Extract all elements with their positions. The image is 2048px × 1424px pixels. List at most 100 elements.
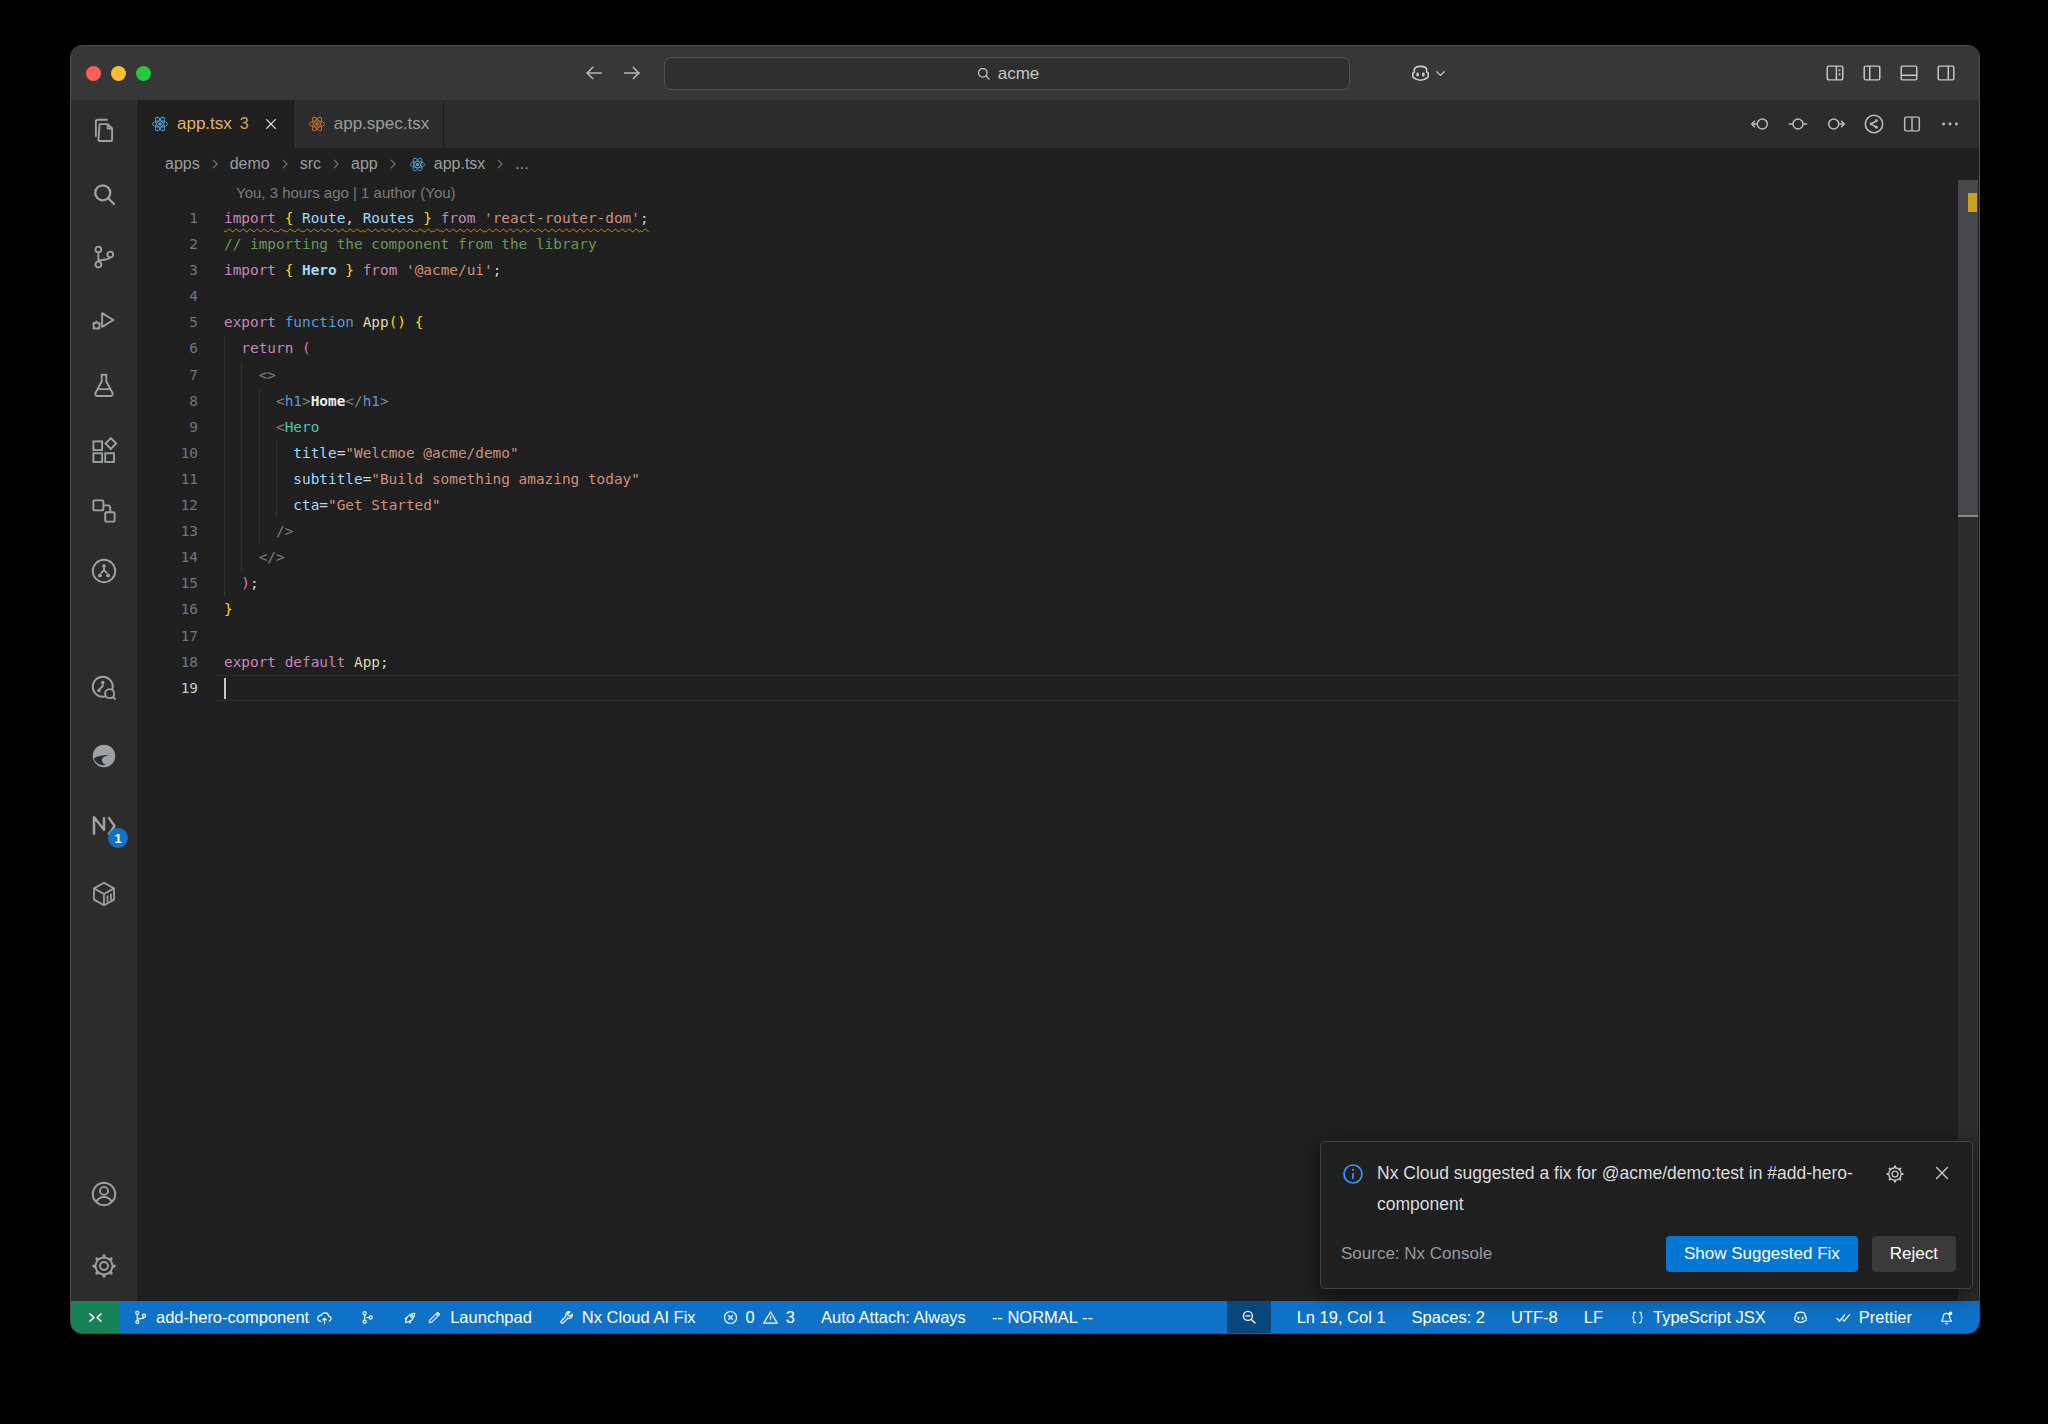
activity-bar-item-settings[interactable]	[71, 1242, 137, 1290]
explorer-icon	[89, 116, 119, 146]
status-bar-item--normal-[interactable]: -- NORMAL --	[992, 1308, 1093, 1327]
breadcrumb[interactable]: apps demo src app app.tsx...	[137, 148, 1979, 180]
status-bar-item[interactable]	[1792, 1309, 1809, 1326]
editor-scrollbar[interactable]	[1958, 180, 1978, 1301]
command-center-search[interactable]: acme	[664, 57, 1350, 90]
code-line-15[interactable]: 15 );	[137, 570, 1979, 596]
activity-bar-item-gitlens[interactable]	[71, 664, 137, 712]
code-line-3[interactable]: 3import { Hero } from '@acme/ui';	[137, 257, 1979, 283]
zoom-window-button[interactable]	[136, 66, 151, 81]
code-line-text: title="Welcmoe @acme/demo"	[224, 440, 519, 466]
activity-bar-item-project-graph[interactable]	[71, 547, 137, 595]
activity-bar-item-search[interactable]	[71, 170, 137, 218]
minimize-window-button[interactable]	[111, 66, 126, 81]
status-bar-zoom-item[interactable]	[1227, 1301, 1271, 1333]
account-icon	[89, 1179, 119, 1209]
status-bar-item-prettier[interactable]: Prettier	[1835, 1308, 1912, 1327]
line-number: 6	[137, 335, 198, 361]
status-bar-item-ln-19-col-1[interactable]: Ln 19, Col 1	[1297, 1308, 1386, 1327]
status-bar-item-spaces-2[interactable]: Spaces: 2	[1412, 1308, 1485, 1327]
breadcrumb-file[interactable]: app.tsx	[434, 155, 486, 173]
breadcrumb-tail[interactable]: ...	[515, 155, 528, 173]
code-line-6[interactable]: 6 return (	[137, 335, 1979, 361]
code-line-1[interactable]: 1import { Route, Routes } from 'react-ro…	[137, 205, 1979, 231]
text-cursor	[224, 678, 226, 699]
close-window-button[interactable]	[86, 66, 101, 81]
testing-icon	[89, 371, 119, 401]
code-line-18[interactable]: 18export default App;	[137, 649, 1979, 675]
status-bar-item-0[interactable]: 03	[722, 1308, 795, 1327]
activity-bar-item-run-debug[interactable]	[71, 296, 137, 344]
activity-bar-item-explorer[interactable]	[71, 107, 137, 155]
code-editor[interactable]: You, 3 hours ago | 1 author (You) 1impor…	[137, 180, 1979, 1301]
activity-bar-item-extensions[interactable]	[71, 428, 137, 476]
activity-bar-item-remote-explorer[interactable]	[71, 487, 137, 535]
tab-app.tsx[interactable]: app.tsx3	[137, 100, 294, 148]
code-line-8[interactable]: 8 <h1>Home</h1>	[137, 388, 1979, 414]
code-line-5[interactable]: 5export function App() {	[137, 309, 1979, 335]
scrollbar-slider[interactable]	[1958, 180, 1978, 517]
code-line-12[interactable]: 12 cta="Get Started"	[137, 492, 1979, 518]
toggle-sidebar-icon[interactable]	[1861, 62, 1883, 84]
status-bar-item-add-hero-component[interactable]: add-hero-component	[132, 1308, 333, 1327]
tab-bar: app.tsx3app.spec.tsx	[137, 100, 1979, 148]
activity-bar-item-source-control[interactable]	[71, 233, 137, 281]
breadcrumb-item[interactable]: src	[300, 155, 321, 173]
nx-graph-icon[interactable]	[1863, 113, 1885, 135]
notification-settings-icon[interactable]	[1884, 1163, 1906, 1185]
gitlens-forward-icon[interactable]	[1825, 113, 1847, 135]
code-line-text: subtitle="Build something amazing today"	[224, 466, 640, 492]
navigate-back-button[interactable]	[583, 62, 605, 84]
code-line-17[interactable]: 17	[137, 623, 1979, 649]
status-bar-item-lf[interactable]: LF	[1584, 1308, 1603, 1327]
code-line-13[interactable]: 13 />	[137, 518, 1979, 544]
gitlens-current-icon[interactable]	[1787, 113, 1809, 135]
toggle-secondary-sidebar-icon[interactable]	[1935, 62, 1957, 84]
code-line-7[interactable]: 7 <>	[137, 362, 1979, 388]
copilot-icon[interactable]	[1409, 62, 1432, 85]
code-line-9[interactable]: 9 <Hero	[137, 414, 1979, 440]
code-line-2[interactable]: 2// importing the component from the lib…	[137, 231, 1979, 257]
reject-button[interactable]: Reject	[1872, 1236, 1956, 1272]
close-tab-icon[interactable]	[263, 116, 279, 132]
code-line-10[interactable]: 10 title="Welcmoe @acme/demo"	[137, 440, 1979, 466]
react-icon	[308, 115, 326, 133]
more-actions-icon[interactable]	[1939, 113, 1961, 135]
customize-layout-icon[interactable]	[1824, 62, 1846, 84]
tab-app.spec.tsx[interactable]: app.spec.tsx	[294, 100, 444, 148]
activity-bar-item-edge-browser[interactable]	[71, 732, 137, 780]
status-bar-item-nx-cloud-ai-fix[interactable]: Nx Cloud AI Fix	[558, 1308, 696, 1327]
breadcrumb-item[interactable]: apps	[165, 155, 200, 173]
activity-bar-item-testing[interactable]	[71, 362, 137, 410]
code-line-4[interactable]: 4	[137, 283, 1979, 309]
line-number: 18	[137, 649, 198, 675]
status-bar-item-utf-8[interactable]: UTF-8	[1511, 1308, 1558, 1327]
code-line-14[interactable]: 14 </>	[137, 544, 1979, 570]
remote-indicator[interactable]	[71, 1301, 119, 1333]
gitlens-back-icon[interactable]	[1749, 113, 1771, 135]
breadcrumb-item[interactable]: app	[351, 155, 378, 173]
remote-icon	[86, 1308, 105, 1327]
code-line-11[interactable]: 11 subtitle="Build something amazing tod…	[137, 466, 1979, 492]
code-line-16[interactable]: 16}	[137, 596, 1979, 622]
chevron-down-icon[interactable]	[1434, 67, 1447, 80]
chevron-right-icon	[278, 157, 292, 171]
show-suggested-fix-button[interactable]: Show Suggested Fix	[1666, 1236, 1858, 1272]
activity-bar-item-containers[interactable]	[71, 870, 137, 918]
status-bar-item[interactable]	[359, 1309, 376, 1326]
scrollbar-divider	[1958, 515, 1978, 517]
toggle-panel-icon[interactable]	[1898, 62, 1920, 84]
navigate-forward-button[interactable]	[621, 62, 643, 84]
status-bar-item-typescript-jsx[interactable]: TypeScript JSX	[1629, 1308, 1766, 1327]
notification-source: Source: Nx Console	[1341, 1244, 1492, 1264]
breadcrumb-item[interactable]: demo	[230, 155, 270, 173]
code-line-19[interactable]: 19	[137, 675, 1979, 701]
split-editor-icon[interactable]	[1901, 113, 1923, 135]
status-bar-item-launchpad[interactable]: Launchpad	[402, 1308, 532, 1327]
activity-bar-item-nx-console[interactable]: 1	[71, 802, 137, 850]
activity-bar-item-account[interactable]	[71, 1170, 137, 1218]
notification-close-icon[interactable]	[1932, 1163, 1952, 1183]
warning-icon	[762, 1309, 779, 1326]
status-bar-item-auto-attach-always[interactable]: Auto Attach: Always	[821, 1308, 966, 1327]
status-bar-item[interactable]	[1938, 1309, 1955, 1326]
